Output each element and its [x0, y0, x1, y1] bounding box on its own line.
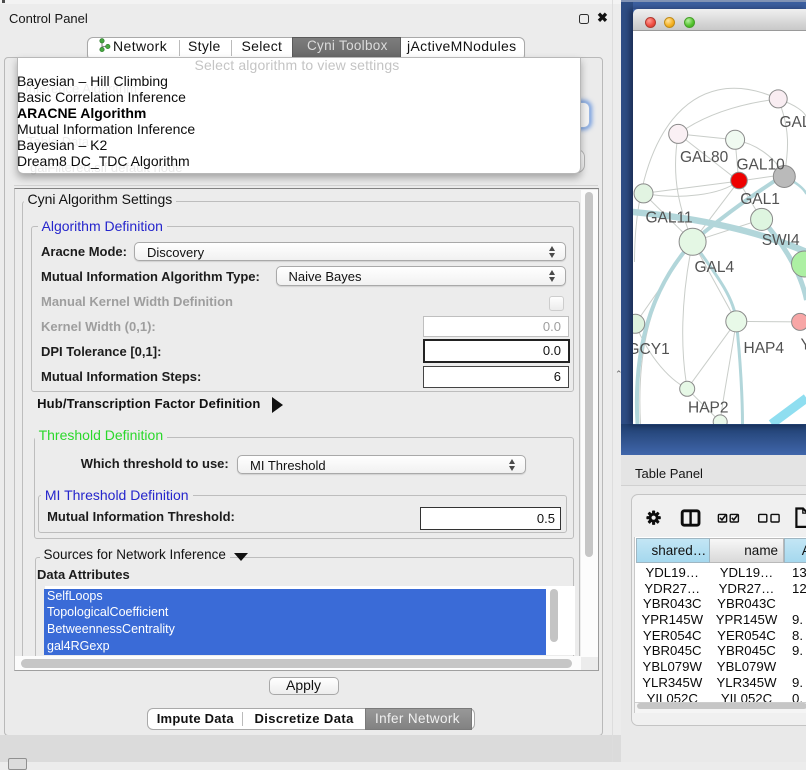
svg-text:SWI4: SWI4 [761, 232, 799, 249]
svg-text:HAP2: HAP2 [688, 400, 729, 417]
svg-text:GAL1: GAL1 [740, 191, 780, 208]
svg-text:GAL2: GAL2 [779, 114, 806, 131]
svg-text:HAP4: HAP4 [743, 340, 784, 357]
svg-text:GAL11: GAL11 [645, 210, 692, 227]
svg-text:GAL80: GAL80 [680, 149, 729, 166]
svg-text:GAL10: GAL10 [736, 157, 785, 174]
svg-text:GCY1: GCY1 [633, 341, 670, 358]
svg-text:GAL4: GAL4 [694, 259, 734, 276]
svg-text:YJ: YJ [800, 337, 806, 354]
